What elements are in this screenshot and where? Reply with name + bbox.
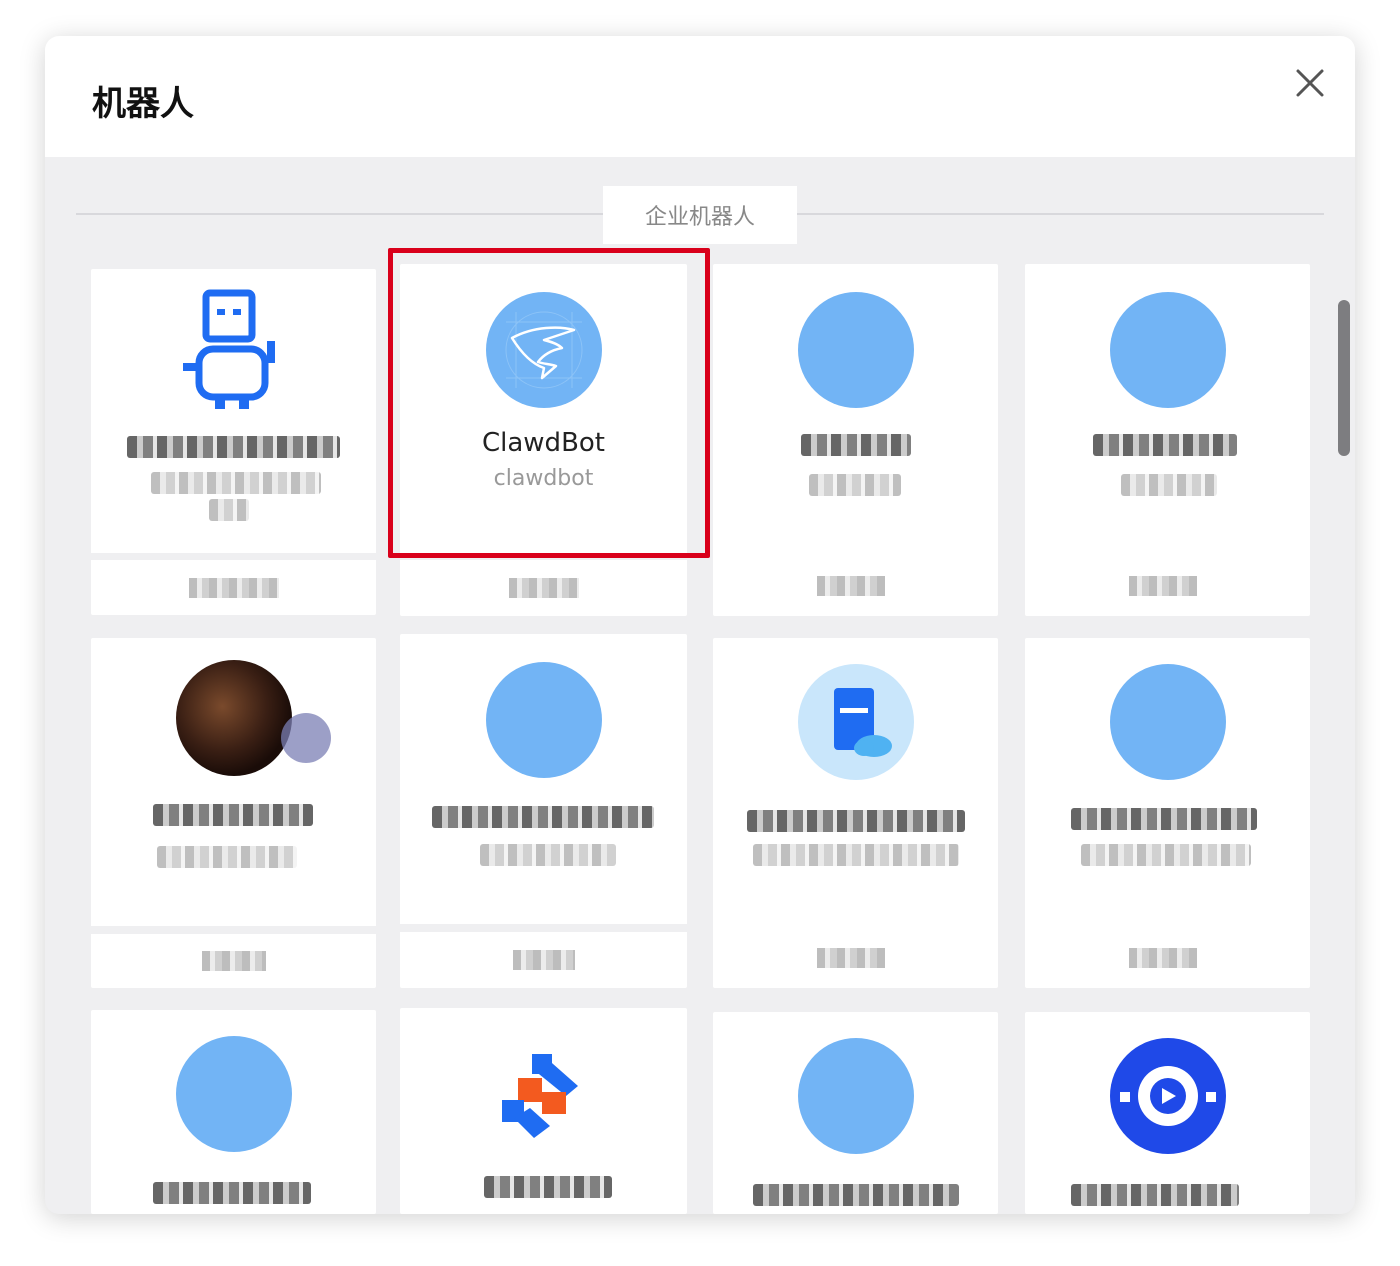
bot-name-redacted bbox=[153, 1182, 311, 1204]
bot-name-redacted bbox=[1071, 1184, 1239, 1206]
footer-redacted bbox=[1129, 948, 1197, 968]
footer-redacted bbox=[512, 950, 575, 970]
bot-card[interactable] bbox=[91, 269, 376, 615]
bot-card[interactable] bbox=[91, 638, 376, 988]
footer-redacted bbox=[817, 576, 885, 596]
bot-desc-redacted bbox=[480, 844, 616, 866]
robot-mascot-icon bbox=[179, 289, 289, 413]
scrollbar-thumb[interactable] bbox=[1338, 300, 1350, 456]
footer-redacted bbox=[188, 577, 279, 598]
bot-avatar bbox=[797, 292, 914, 408]
bot-name-redacted bbox=[1093, 434, 1237, 456]
card-footer bbox=[91, 560, 376, 615]
bot-desc-redacted bbox=[1121, 474, 1217, 496]
bot-avatar-photo bbox=[175, 660, 292, 776]
bot-name-redacted bbox=[127, 436, 340, 458]
bot-card[interactable] bbox=[400, 1008, 687, 1214]
bot-name-redacted bbox=[747, 810, 965, 832]
bot-name-redacted bbox=[801, 434, 911, 456]
robot-dialog: 机器人 企业机器人 ClawdBot clawdbot bbox=[45, 36, 1355, 1214]
bot-name-redacted bbox=[153, 804, 313, 826]
bot-grid: ClawdBot clawdbot bbox=[45, 36, 1355, 1214]
camera-app-icon bbox=[1109, 1038, 1226, 1154]
wing-logo-icon bbox=[485, 292, 602, 408]
bot-desc-redacted bbox=[1081, 844, 1251, 866]
bot-desc-redacted bbox=[809, 474, 901, 496]
colorful-logo-icon bbox=[494, 1048, 594, 1148]
bot-avatar bbox=[797, 1038, 914, 1154]
bot-handle: clawdbot bbox=[493, 466, 594, 491]
card-footer bbox=[91, 934, 376, 988]
bot-avatar bbox=[485, 662, 602, 778]
footer-redacted bbox=[508, 578, 579, 598]
footer-redacted bbox=[201, 951, 266, 971]
footer-redacted bbox=[817, 948, 885, 968]
bot-card[interactable] bbox=[713, 638, 998, 988]
bot-name-redacted bbox=[484, 1176, 612, 1198]
footer-redacted bbox=[1129, 576, 1197, 596]
bot-card-clawdbot[interactable]: ClawdBot clawdbot bbox=[400, 264, 687, 616]
bot-avatar bbox=[1109, 292, 1226, 408]
photo-accent bbox=[281, 713, 331, 763]
document-cloud-icon bbox=[797, 664, 914, 780]
bot-avatar bbox=[175, 1036, 292, 1152]
bot-name: ClawdBot bbox=[481, 428, 606, 458]
bot-card[interactable] bbox=[91, 1010, 376, 1214]
bot-desc-redacted bbox=[209, 499, 249, 521]
bot-card[interactable] bbox=[400, 634, 687, 988]
bot-name-redacted bbox=[1071, 808, 1257, 830]
bot-name-redacted bbox=[432, 806, 654, 828]
bot-avatar bbox=[1109, 664, 1226, 780]
bot-card[interactable] bbox=[1025, 264, 1310, 616]
bot-card[interactable] bbox=[713, 264, 998, 616]
bot-card[interactable] bbox=[1025, 1012, 1310, 1214]
bot-desc-redacted bbox=[151, 472, 321, 494]
bot-card[interactable] bbox=[713, 1012, 998, 1214]
card-footer bbox=[400, 932, 687, 988]
bot-desc-redacted bbox=[753, 844, 959, 866]
bot-card[interactable] bbox=[1025, 638, 1310, 988]
card-footer bbox=[400, 560, 687, 616]
bot-desc-redacted bbox=[157, 846, 297, 868]
bot-name-redacted bbox=[753, 1184, 959, 1206]
